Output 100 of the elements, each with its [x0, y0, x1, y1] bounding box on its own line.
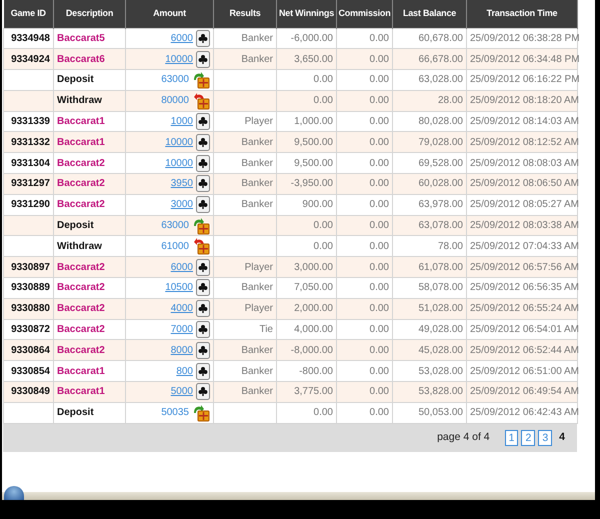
result: Banker [241, 54, 273, 65]
transaction-time: 25/09/2012 08:05:27 AM [470, 199, 579, 210]
result: Banker [241, 386, 273, 398]
net-winnings: 3,775.00 [294, 386, 333, 398]
amount: 80000 [161, 94, 189, 108]
commission: 0.00 [370, 344, 389, 356]
amount-link[interactable]: 6000 [170, 30, 193, 46]
net-winnings: 4,000.00 [294, 324, 333, 336]
transaction-time: 25/09/2012 06:16:22 PM [470, 74, 580, 86]
coins-arrow-in-icon [192, 70, 210, 89]
amount-link[interactable]: 7000 [170, 322, 193, 338]
transaction-time: 25/09/2012 08:14:03 AM [470, 116, 579, 128]
transaction-time: 25/09/2012 08:06:50 AM [470, 178, 579, 190]
net-winnings: 3,000.00 [294, 262, 333, 273]
net-winnings: -800.00 [299, 366, 333, 377]
page-link[interactable]: 1 [504, 430, 518, 446]
game-name: Baccarat1 [57, 366, 105, 377]
transaction-time: 25/09/2012 06:57:56 AM [470, 262, 579, 273]
commission: 0.00 [370, 324, 389, 336]
transaction-time: 25/09/2012 06:54:01 AM [470, 324, 579, 336]
last-balance: 80,028.00 [418, 116, 463, 128]
game-id: 9330864 [11, 344, 50, 356]
last-balance: 45,028.00 [418, 344, 463, 356]
game-name: Baccarat2 [57, 324, 105, 336]
commission: 0.00 [370, 240, 389, 252]
transaction-type: Withdraw [57, 95, 102, 106]
amount: 50035 [161, 406, 189, 420]
result: Tie [259, 324, 273, 336]
last-balance: 61,078.00 [418, 262, 463, 273]
game-id: 9330880 [11, 303, 50, 314]
transaction-type: Deposit [57, 407, 94, 418]
page-link[interactable]: 2 [521, 430, 536, 446]
net-winnings: 9,500.00 [294, 136, 333, 148]
game-id: 9330854 [11, 366, 50, 377]
transaction-time: 25/09/2012 08:03:38 AM [470, 220, 579, 232]
game-id: 9330889 [11, 282, 50, 294]
amount-link[interactable]: 4000 [170, 301, 193, 316]
game-id: 9331339 [11, 116, 50, 128]
last-balance: 79,028.00 [418, 136, 463, 148]
commission: 0.00 [370, 199, 389, 210]
amount-link[interactable]: 3000 [170, 197, 193, 212]
game-name: Baccarat2 [57, 303, 105, 314]
commission: 0.00 [370, 158, 389, 169]
game-name: Baccarat2 [57, 262, 105, 273]
result: Banker [241, 366, 273, 377]
net-winnings: 9,500.00 [294, 158, 333, 169]
commission: 0.00 [370, 136, 389, 148]
page-link[interactable]: 3 [538, 430, 552, 446]
transaction-time: 25/09/2012 06:42:43 AM [470, 407, 579, 418]
commission: 0.00 [370, 262, 389, 273]
net-winnings: 3,650.00 [294, 54, 333, 65]
net-winnings: -8,000.00 [290, 344, 333, 356]
amount-link[interactable]: 3950 [170, 176, 193, 192]
amount-link[interactable]: 6000 [170, 260, 193, 275]
game-id: 9334924 [11, 54, 50, 65]
net-winnings: 0.00 [314, 74, 333, 86]
column-header: Last Balance [392, 0, 466, 28]
game-id: 9331304 [11, 158, 50, 169]
club-card-icon [196, 196, 210, 214]
club-card-icon [196, 30, 210, 47]
commission: 0.00 [370, 282, 389, 294]
amount-link[interactable]: 1000 [170, 114, 193, 130]
result: Banker [241, 158, 273, 169]
commission: 0.00 [370, 116, 389, 128]
column-header: Transaction Time [466, 0, 578, 28]
amount: 61000 [161, 240, 189, 254]
last-balance: 60,028.00 [418, 178, 463, 190]
last-balance: 50,053.00 [418, 407, 463, 418]
game-name: Baccarat1 [57, 136, 105, 148]
amount-link[interactable]: 800 [176, 364, 193, 379]
transaction-time: 25/09/2012 06:34:48 PM [470, 54, 580, 65]
net-winnings: 7,050.00 [294, 282, 333, 294]
last-balance: 69,528.00 [418, 158, 463, 169]
page-info: page 4 of 4 [437, 430, 490, 445]
club-card-icon [196, 362, 210, 380]
transaction-time: 25/09/2012 06:51:00 AM [470, 366, 579, 377]
current-page[interactable]: 4 [555, 430, 569, 446]
club-card-icon [196, 113, 210, 130]
result: Banker [241, 136, 273, 148]
game-id: 9334948 [11, 32, 50, 44]
game-name: Baccarat2 [57, 199, 105, 210]
last-balance: 60,678.00 [418, 32, 463, 44]
commission: 0.00 [370, 386, 389, 398]
transaction-time: 25/09/2012 08:12:52 AM [470, 136, 579, 148]
result: Banker [241, 282, 273, 294]
result: Player [244, 116, 273, 128]
coins-arrow-in-icon [192, 216, 210, 235]
column-header: Commission [336, 0, 392, 28]
net-winnings: 0.00 [314, 220, 333, 232]
result: Player [244, 262, 273, 273]
result: Banker [241, 178, 273, 190]
amount-link[interactable]: 8000 [170, 342, 193, 358]
last-balance: 53,828.00 [418, 386, 463, 398]
amount-link[interactable]: 5000 [170, 384, 193, 400]
game-id: 9331332 [11, 136, 50, 148]
last-balance: 63,078.00 [418, 220, 463, 232]
result: Banker [241, 344, 273, 356]
net-winnings: 1,000.00 [294, 116, 333, 128]
last-balance: 58,078.00 [418, 282, 463, 294]
game-id: 9331290 [11, 199, 50, 210]
